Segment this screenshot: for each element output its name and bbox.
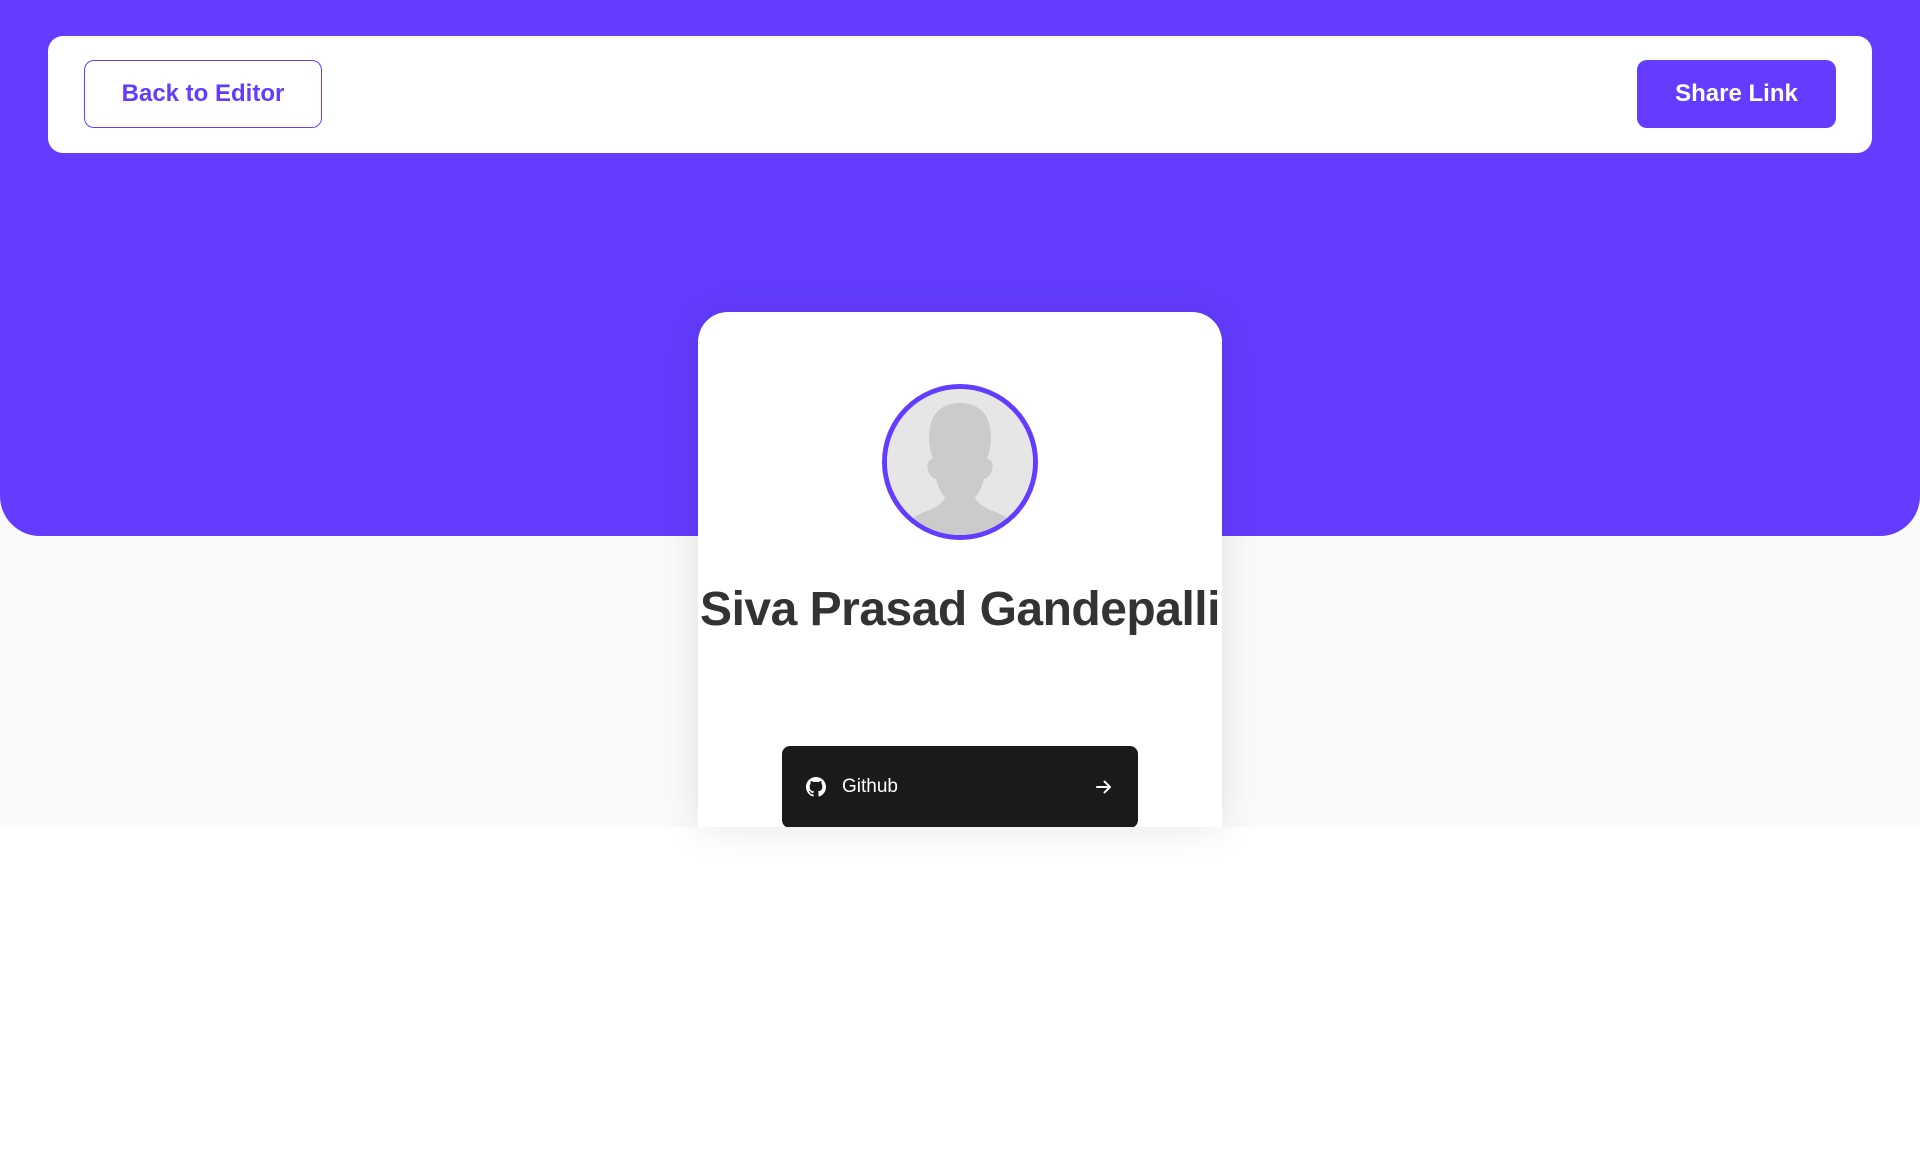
- preview-navbar: Back to Editor Share Link: [48, 36, 1872, 153]
- github-icon: [806, 777, 826, 797]
- back-to-editor-button[interactable]: Back to Editor: [84, 60, 322, 128]
- arrow-right-icon: [1094, 777, 1114, 797]
- person-silhouette-icon: [887, 389, 1033, 535]
- link-platform-label: Github: [842, 776, 898, 797]
- preview-page: Back to Editor Share Link Siva Prasad Ga…: [0, 0, 1920, 1165]
- profile-card: Siva Prasad Gandepalli Github: [698, 312, 1222, 827]
- profile-name: Siva Prasad Gandepalli: [700, 583, 1220, 636]
- share-link-button[interactable]: Share Link: [1637, 60, 1836, 128]
- link-github[interactable]: Github: [782, 746, 1138, 827]
- avatar: [882, 384, 1038, 540]
